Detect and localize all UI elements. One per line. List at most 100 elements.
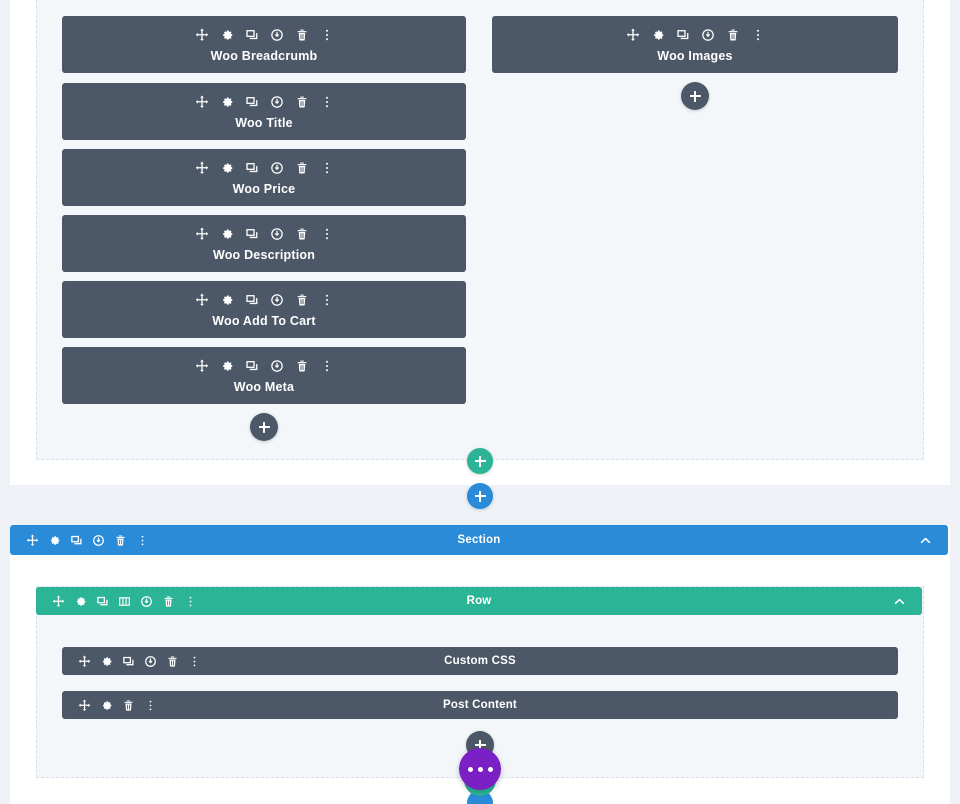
trash-icon[interactable] bbox=[122, 699, 135, 712]
trash-icon[interactable] bbox=[295, 359, 309, 373]
kebab-menu-icon[interactable] bbox=[188, 655, 201, 668]
save-to-library-icon[interactable] bbox=[270, 95, 284, 109]
add-section-button[interactable] bbox=[467, 483, 493, 509]
module-action-icons bbox=[195, 358, 334, 374]
duplicate-icon[interactable] bbox=[245, 359, 259, 373]
ellipsis-dot bbox=[467, 766, 473, 772]
kebab-menu-icon[interactable] bbox=[320, 227, 334, 241]
section-action-icons bbox=[10, 533, 149, 547]
trash-icon[interactable] bbox=[295, 28, 309, 42]
save-to-library-icon[interactable] bbox=[270, 293, 284, 307]
duplicate-icon[interactable] bbox=[676, 28, 690, 42]
move-icon[interactable] bbox=[195, 293, 209, 307]
chevron-up-icon[interactable] bbox=[919, 534, 932, 547]
add-module-button-left-column[interactable] bbox=[250, 413, 278, 441]
module-card[interactable]: Woo Description bbox=[62, 215, 466, 272]
module-card[interactable]: Woo Images bbox=[492, 16, 898, 73]
move-icon[interactable] bbox=[52, 594, 65, 608]
plus-icon bbox=[474, 490, 486, 502]
move-icon[interactable] bbox=[195, 28, 209, 42]
save-to-library-icon[interactable] bbox=[701, 28, 715, 42]
gear-icon[interactable] bbox=[220, 28, 234, 42]
kebab-menu-icon[interactable] bbox=[751, 28, 765, 42]
module-label: Woo Add To Cart bbox=[212, 313, 316, 328]
save-to-library-icon[interactable] bbox=[92, 534, 105, 547]
module-action-icons bbox=[62, 654, 201, 668]
move-icon[interactable] bbox=[195, 161, 209, 175]
plus-icon bbox=[689, 90, 701, 102]
move-icon[interactable] bbox=[26, 533, 39, 547]
save-to-library-icon[interactable] bbox=[270, 227, 284, 241]
module-card[interactable]: Woo Breadcrumb bbox=[62, 16, 466, 73]
gear-icon[interactable] bbox=[220, 359, 234, 373]
kebab-menu-icon[interactable] bbox=[136, 534, 149, 547]
gear-icon[interactable] bbox=[48, 534, 61, 547]
row-header-bar[interactable]: Row bbox=[36, 587, 922, 615]
module-card[interactable]: Woo Title bbox=[62, 83, 466, 140]
gear-icon[interactable] bbox=[651, 28, 665, 42]
module-card[interactable]: Woo Meta bbox=[62, 347, 466, 404]
module-label: Woo Title bbox=[235, 115, 293, 130]
move-icon[interactable] bbox=[195, 227, 209, 241]
ellipsis-dot bbox=[487, 766, 493, 772]
duplicate-icon[interactable] bbox=[245, 95, 259, 109]
module-action-icons bbox=[626, 27, 765, 43]
kebab-menu-icon[interactable] bbox=[320, 161, 334, 175]
move-icon[interactable] bbox=[195, 95, 209, 109]
trash-icon[interactable] bbox=[295, 95, 309, 109]
trash-icon[interactable] bbox=[114, 534, 127, 547]
module-action-icons bbox=[195, 292, 334, 308]
move-icon[interactable] bbox=[626, 28, 640, 42]
add-module-button-right-column[interactable] bbox=[681, 82, 709, 110]
duplicate-icon[interactable] bbox=[70, 534, 83, 547]
trash-icon[interactable] bbox=[295, 227, 309, 241]
module-strip[interactable]: Custom CSS bbox=[62, 647, 898, 675]
module-label: Woo Description bbox=[212, 247, 316, 262]
gear-icon[interactable] bbox=[100, 699, 113, 712]
trash-icon[interactable] bbox=[295, 161, 309, 175]
duplicate-icon[interactable] bbox=[245, 28, 259, 42]
chevron-up-icon[interactable] bbox=[893, 595, 906, 608]
duplicate-icon[interactable] bbox=[245, 161, 259, 175]
columns-icon[interactable] bbox=[118, 595, 131, 608]
gear-icon[interactable] bbox=[220, 161, 234, 175]
module-action-icons bbox=[62, 698, 157, 712]
duplicate-icon[interactable] bbox=[122, 655, 135, 668]
kebab-menu-icon[interactable] bbox=[320, 95, 334, 109]
move-icon[interactable] bbox=[195, 359, 209, 373]
duplicate-icon[interactable] bbox=[245, 227, 259, 241]
move-icon[interactable] bbox=[78, 698, 91, 712]
builder-menu-fab[interactable] bbox=[459, 748, 501, 790]
section-title: Section bbox=[457, 534, 501, 546]
save-to-library-icon[interactable] bbox=[270, 359, 284, 373]
duplicate-icon[interactable] bbox=[96, 595, 109, 608]
trash-icon[interactable] bbox=[162, 595, 175, 608]
add-row-button[interactable] bbox=[467, 448, 493, 474]
section-header-bar[interactable]: Section bbox=[10, 525, 948, 555]
plus-icon bbox=[474, 455, 486, 467]
module-card[interactable]: Woo Add To Cart bbox=[62, 281, 466, 338]
save-to-library-icon[interactable] bbox=[144, 655, 157, 668]
gear-icon[interactable] bbox=[74, 595, 87, 608]
kebab-menu-icon[interactable] bbox=[320, 293, 334, 307]
trash-icon[interactable] bbox=[726, 28, 740, 42]
kebab-menu-icon[interactable] bbox=[184, 595, 197, 608]
row-action-icons bbox=[36, 594, 197, 608]
kebab-menu-icon[interactable] bbox=[144, 699, 157, 712]
move-icon[interactable] bbox=[78, 654, 91, 668]
trash-icon[interactable] bbox=[295, 293, 309, 307]
gear-icon[interactable] bbox=[220, 227, 234, 241]
gear-icon[interactable] bbox=[220, 95, 234, 109]
kebab-menu-icon[interactable] bbox=[320, 359, 334, 373]
gear-icon[interactable] bbox=[220, 293, 234, 307]
kebab-menu-icon[interactable] bbox=[320, 28, 334, 42]
module-strip[interactable]: Post Content bbox=[62, 691, 898, 719]
trash-icon[interactable] bbox=[166, 655, 179, 668]
save-to-library-icon[interactable] bbox=[270, 28, 284, 42]
gear-icon[interactable] bbox=[100, 655, 113, 668]
module-action-icons bbox=[195, 27, 334, 43]
module-card[interactable]: Woo Price bbox=[62, 149, 466, 206]
save-to-library-icon[interactable] bbox=[270, 161, 284, 175]
save-to-library-icon[interactable] bbox=[140, 595, 153, 608]
duplicate-icon[interactable] bbox=[245, 293, 259, 307]
